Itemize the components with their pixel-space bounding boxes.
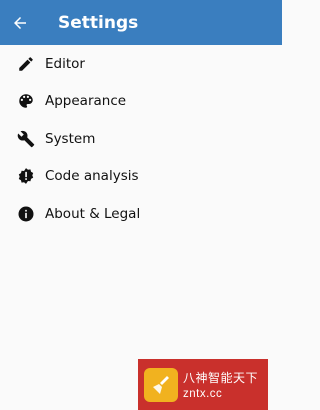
settings-item-label: System bbox=[45, 130, 96, 147]
wrench-icon bbox=[16, 129, 36, 149]
watermark-text: 八神智能天下 bbox=[183, 371, 259, 385]
page-title: Settings bbox=[58, 12, 139, 33]
broom-logo-icon bbox=[144, 367, 178, 402]
info-icon bbox=[16, 204, 36, 224]
settings-item-label: Appearance bbox=[45, 93, 127, 110]
app-bar: Settings bbox=[0, 0, 282, 45]
palette-icon bbox=[16, 91, 36, 111]
settings-item-code-analysis[interactable]: Code analysis bbox=[0, 158, 282, 196]
settings-item-label: About & Legal bbox=[45, 205, 141, 222]
settings-item-appearance[interactable]: Appearance bbox=[0, 83, 282, 121]
watermark: 八神智能天下 zntx.cc bbox=[138, 359, 268, 410]
back-button[interactable] bbox=[0, 0, 40, 45]
watermark-url: zntx.cc bbox=[183, 388, 223, 400]
settings-item-label: Code analysis bbox=[45, 168, 139, 185]
badge-alert-icon bbox=[16, 166, 36, 186]
settings-item-label: Editor bbox=[45, 55, 85, 72]
settings-item-system[interactable]: System bbox=[0, 120, 282, 158]
arrow-back-icon bbox=[14, 16, 26, 29]
settings-item-about-legal[interactable]: About & Legal bbox=[0, 195, 282, 233]
settings-list: Editor Appearance System Code analysis A… bbox=[0, 45, 282, 233]
pencil-icon bbox=[16, 54, 36, 74]
settings-item-editor[interactable]: Editor bbox=[0, 45, 282, 83]
